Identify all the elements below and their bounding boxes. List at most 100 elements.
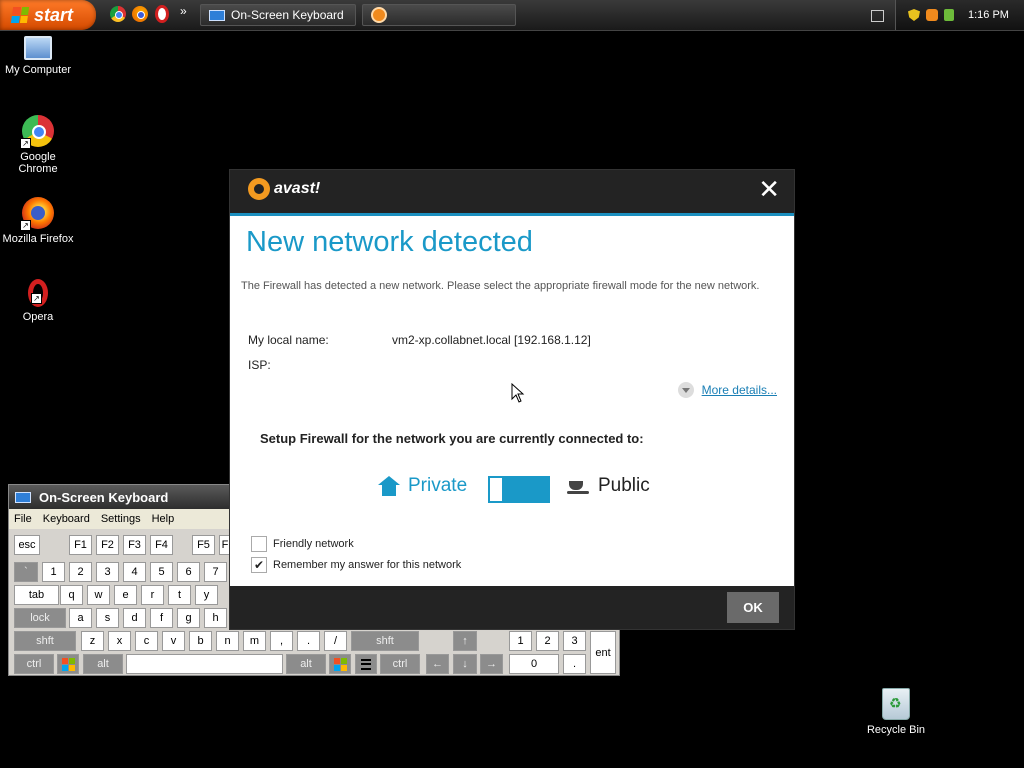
key-f[interactable]: f xyxy=(150,608,173,628)
chrome-icon: ↗ xyxy=(20,115,54,149)
ok-button[interactable]: OK xyxy=(727,592,779,623)
key-f3[interactable]: F3 xyxy=(123,535,146,555)
key-w[interactable]: w xyxy=(87,585,110,605)
clock[interactable]: 1:16 PM xyxy=(968,9,1009,21)
public-mode-option[interactable]: Public xyxy=(567,475,650,497)
key-slash[interactable]: / xyxy=(324,631,347,651)
key-numpad-2[interactable]: 2 xyxy=(536,631,559,651)
key-capslock[interactable]: lock xyxy=(14,608,66,628)
key-numpad-0[interactable]: 0 xyxy=(509,654,559,674)
key-r[interactable]: r xyxy=(141,585,164,605)
key-f2[interactable]: F2 xyxy=(96,535,119,555)
quicklaunch-more-button[interactable]: » xyxy=(180,4,187,18)
opera-quicklaunch-icon[interactable] xyxy=(155,5,169,23)
key-2[interactable]: 2 xyxy=(69,562,92,582)
key-right-ctrl[interactable]: ctrl xyxy=(380,654,420,674)
key-x[interactable]: x xyxy=(108,631,131,651)
setup-firewall-text: Setup Firewall for the network you are c… xyxy=(260,431,644,446)
key-tab[interactable]: tab xyxy=(14,585,59,605)
key-v[interactable]: v xyxy=(162,631,185,651)
key-f1[interactable]: F1 xyxy=(69,535,92,555)
key-up-arrow[interactable]: ↑ xyxy=(453,631,477,651)
key-6[interactable]: 6 xyxy=(177,562,200,582)
desktop-icon-opera[interactable]: ↗ Opera xyxy=(0,279,76,323)
desktop-icon-chrome[interactable]: ↗ Google Chrome xyxy=(0,115,76,175)
security-shield-icon[interactable] xyxy=(908,9,920,21)
key-q[interactable]: q xyxy=(60,585,83,605)
firefox-quicklaunch-icon[interactable] xyxy=(132,6,148,22)
chrome-quicklaunch-icon[interactable] xyxy=(110,6,126,22)
dialog-title: New network detected xyxy=(246,226,533,258)
key-s[interactable]: s xyxy=(96,608,119,628)
avast-logo-icon xyxy=(248,178,270,200)
checkbox-box[interactable]: ✔ xyxy=(251,557,267,573)
key-comma[interactable]: , xyxy=(270,631,293,651)
key-esc[interactable]: esc xyxy=(14,535,40,555)
start-label: start xyxy=(34,4,74,25)
key-g[interactable]: g xyxy=(177,608,200,628)
desktop-icon-label: Mozilla Firefox xyxy=(2,233,74,245)
key-right-windows[interactable] xyxy=(329,654,351,674)
avast-tray-icon[interactable] xyxy=(926,9,938,21)
checkbox-box[interactable] xyxy=(251,536,267,552)
key-d[interactable]: d xyxy=(123,608,146,628)
network-mode-toggle[interactable] xyxy=(488,476,550,503)
start-button[interactable]: start xyxy=(0,0,96,30)
menu-keyboard[interactable]: Keyboard xyxy=(43,513,90,525)
key-t[interactable]: t xyxy=(168,585,191,605)
taskbar-button-osk[interactable]: On-Screen Keyboard xyxy=(200,4,356,26)
key-b[interactable]: b xyxy=(189,631,212,651)
key-e[interactable]: e xyxy=(114,585,137,605)
key-7[interactable]: 7 xyxy=(204,562,227,582)
menu-help[interactable]: Help xyxy=(152,513,175,525)
key-right-alt[interactable]: alt xyxy=(286,654,326,674)
desktop-icon-recycle-bin[interactable]: Recycle Bin xyxy=(858,688,934,736)
key-f4[interactable]: F4 xyxy=(150,535,173,555)
key-down-arrow[interactable]: ↓ xyxy=(453,654,477,674)
recycle-bin-icon xyxy=(882,688,910,720)
desktop-icon-firefox[interactable]: ↗ Mozilla Firefox xyxy=(0,197,76,245)
key-menu[interactable] xyxy=(355,654,377,674)
key-period[interactable]: . xyxy=(297,631,320,651)
key-grave[interactable]: ` xyxy=(14,562,38,582)
menu-settings[interactable]: Settings xyxy=(101,513,141,525)
key-c[interactable]: c xyxy=(135,631,158,651)
desktop-icon-my-computer[interactable]: My Computer xyxy=(0,32,76,76)
key-3[interactable]: 3 xyxy=(96,562,119,582)
network-tray-icon[interactable] xyxy=(944,9,954,21)
remember-answer-checkbox[interactable]: ✔ Remember my answer for this network xyxy=(251,557,461,573)
key-left-alt[interactable]: alt xyxy=(83,654,123,674)
key-right-shift[interactable]: shft xyxy=(351,631,419,651)
close-button[interactable]: ✕ xyxy=(758,176,780,202)
key-numpad-3[interactable]: 3 xyxy=(563,631,586,651)
key-h[interactable]: h xyxy=(204,608,227,628)
key-left-ctrl[interactable]: ctrl xyxy=(14,654,54,674)
key-1[interactable]: 1 xyxy=(42,562,65,582)
osk-title: On-Screen Keyboard xyxy=(39,489,169,505)
key-space[interactable] xyxy=(126,654,283,674)
key-n[interactable]: n xyxy=(216,631,239,651)
key-4[interactable]: 4 xyxy=(123,562,146,582)
avast-icon xyxy=(371,7,387,23)
menu-file[interactable]: File xyxy=(14,513,32,525)
key-z[interactable]: z xyxy=(81,631,104,651)
key-right-arrow[interactable]: → xyxy=(480,654,503,674)
private-mode-option[interactable]: Private xyxy=(378,475,467,497)
remember-answer-label: Remember my answer for this network xyxy=(273,559,462,571)
key-left-shift[interactable]: shft xyxy=(14,631,76,651)
key-left-windows[interactable] xyxy=(57,654,79,674)
public-label: Public xyxy=(598,475,650,496)
key-enter[interactable]: ent xyxy=(590,631,616,674)
key-5[interactable]: 5 xyxy=(150,562,173,582)
key-a[interactable]: a xyxy=(69,608,92,628)
friendly-network-checkbox[interactable]: Friendly network xyxy=(251,536,354,552)
key-y[interactable]: y xyxy=(195,585,218,605)
key-m[interactable]: m xyxy=(243,631,266,651)
key-numpad-dot[interactable]: . xyxy=(563,654,586,674)
taskbar-button-avast[interactable] xyxy=(362,4,516,26)
key-left-arrow[interactable]: ← xyxy=(426,654,449,674)
key-numpad-1[interactable]: 1 xyxy=(509,631,532,651)
more-details-link[interactable]: More details... xyxy=(677,382,777,398)
key-f5[interactable]: F5 xyxy=(192,535,215,555)
input-language-icon[interactable] xyxy=(871,10,884,22)
